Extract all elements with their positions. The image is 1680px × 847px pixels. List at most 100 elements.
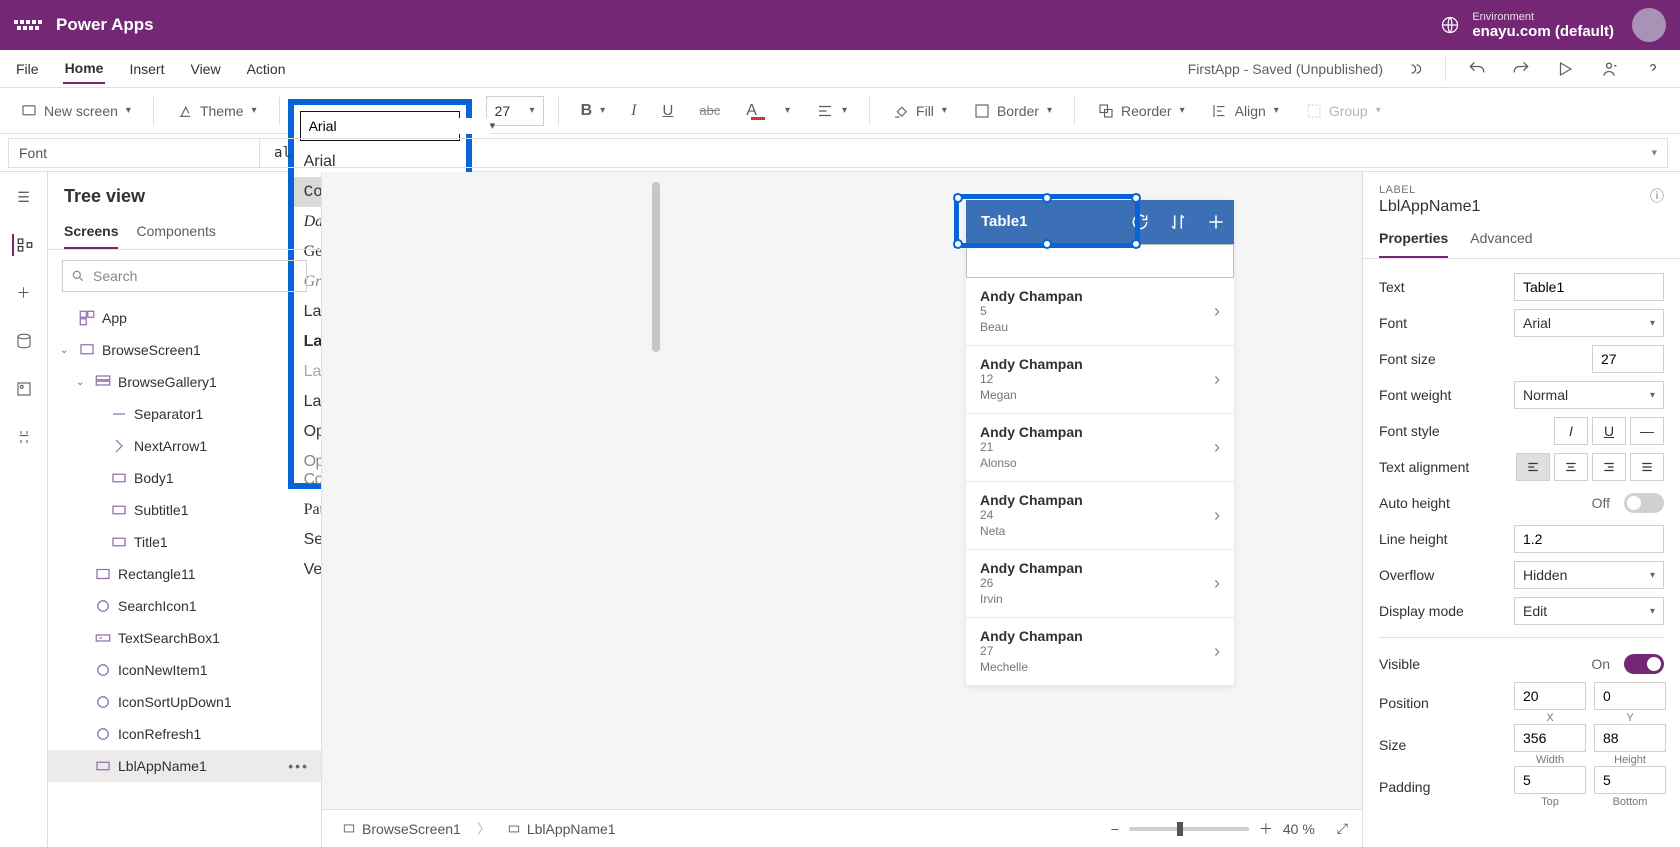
menu-view[interactable]: View	[188, 55, 222, 83]
prop-displaymode-select[interactable]: Edit▾	[1514, 597, 1664, 625]
underline-button[interactable]: U	[654, 98, 681, 123]
align-button[interactable]: Align▾	[1203, 98, 1287, 124]
tree-item[interactable]: Title1	[48, 526, 321, 558]
prop-lineheight-input[interactable]	[1514, 525, 1664, 553]
reorder-button[interactable]: Reorder▾	[1089, 98, 1193, 124]
app-checker-icon[interactable]	[1401, 56, 1427, 82]
menu-insert[interactable]: Insert	[127, 55, 166, 83]
tab-properties[interactable]: Properties	[1379, 220, 1448, 258]
list-item[interactable]: Andy Champan5Beau›	[966, 278, 1234, 346]
formula-value[interactable]: al▾	[260, 138, 1668, 168]
tree-item[interactable]: IconSortUpDown1	[48, 686, 321, 718]
bold-button[interactable]: B▾	[573, 98, 614, 124]
breadcrumb-control[interactable]: LblAppName1	[501, 817, 622, 841]
theme-button[interactable]: Theme▾	[168, 98, 265, 124]
tree-item[interactable]: SearchIcon1	[48, 590, 321, 622]
prop-fontweight-select[interactable]: Normal▾	[1514, 381, 1664, 409]
text-align-button[interactable]: ▾	[808, 98, 855, 124]
prop-font-select[interactable]: Arial▾	[1514, 309, 1664, 337]
list-item[interactable]: Andy Champan27Mechelle›	[966, 618, 1234, 686]
list-item[interactable]: Andy Champan21Alonso›	[966, 414, 1234, 482]
align-right-button[interactable]	[1592, 453, 1626, 481]
tree-item[interactable]: NextArrow1	[48, 430, 321, 462]
tab-screens[interactable]: Screens	[64, 215, 118, 249]
zoom-in-icon[interactable]: ＋	[1259, 819, 1273, 839]
tree-item[interactable]: Separator1	[48, 398, 321, 430]
add-icon[interactable]	[1206, 212, 1226, 232]
rail-hamburger-icon[interactable]: ☰	[13, 186, 35, 208]
fit-screen-icon[interactable]: ⤢	[1337, 820, 1348, 837]
canvas[interactable]: Andy Champan5Beau›Andy Champan12Megan›An…	[322, 172, 1362, 847]
fill-button[interactable]: Fill▾	[884, 98, 955, 124]
user-avatar[interactable]	[1632, 8, 1666, 42]
underline-toggle[interactable]: U	[1592, 417, 1626, 445]
border-button[interactable]: Border▾	[965, 98, 1060, 124]
prop-overflow-select[interactable]: Hidden▾	[1514, 561, 1664, 589]
font-color-button[interactable]: A▾	[738, 98, 798, 124]
sort-icon[interactable]	[1168, 212, 1188, 232]
tab-components[interactable]: Components	[136, 215, 215, 249]
height-input[interactable]	[1594, 724, 1666, 752]
width-input[interactable]	[1514, 724, 1586, 752]
autoheight-toggle[interactable]	[1624, 493, 1664, 513]
font-input[interactable]	[309, 118, 490, 134]
italic-button[interactable]: I	[623, 98, 644, 124]
list-item[interactable]: Andy Champan26Irvin›	[966, 550, 1234, 618]
tree-item[interactable]: TextSearchBox1	[48, 622, 321, 654]
align-center-button[interactable]	[1554, 453, 1588, 481]
tab-advanced[interactable]: Advanced	[1470, 220, 1532, 258]
breadcrumb-screen[interactable]: BrowseScreen1	[336, 817, 467, 841]
tree-item[interactable]: Subtitle1	[48, 494, 321, 526]
strikethrough-button[interactable]: abc	[691, 99, 728, 122]
prop-textalign-group	[1516, 453, 1664, 481]
rail-data-icon[interactable]	[13, 330, 35, 352]
undo-icon[interactable]	[1464, 56, 1490, 82]
share-icon[interactable]	[1596, 56, 1622, 82]
redo-icon[interactable]	[1508, 56, 1534, 82]
waffle-icon[interactable]	[14, 11, 42, 39]
italic-toggle[interactable]: I	[1554, 417, 1588, 445]
canvas-scrollbar[interactable]	[650, 172, 662, 847]
menu-file[interactable]: File	[14, 55, 41, 83]
list-item[interactable]: Andy Champan24Neta›	[966, 482, 1234, 550]
tree-search[interactable]: Search	[62, 260, 307, 292]
more-icon[interactable]: •••	[288, 758, 309, 774]
pad-top-input[interactable]	[1514, 766, 1586, 794]
align-left-button[interactable]	[1516, 453, 1550, 481]
new-screen-button[interactable]: New screen▾	[12, 98, 139, 124]
pos-x-input[interactable]	[1514, 682, 1586, 710]
environment-picker[interactable]: Environment enayu.com (default)	[1440, 11, 1614, 40]
visible-toggle[interactable]	[1624, 654, 1664, 674]
tree-item[interactable]: ⌄BrowseScreen1	[48, 334, 321, 366]
zoom-out-icon[interactable]: −	[1111, 821, 1119, 837]
tree-item[interactable]: IconNewItem1	[48, 654, 321, 686]
strikethrough-toggle[interactable]: ―	[1630, 417, 1664, 445]
property-selector[interactable]: Font	[8, 138, 260, 168]
help-icon[interactable]	[1640, 56, 1666, 82]
menu-home[interactable]: Home	[63, 54, 106, 84]
rail-add-icon[interactable]: ＋	[13, 282, 35, 304]
align-icon	[1211, 102, 1229, 120]
rail-media-icon[interactable]	[13, 378, 35, 400]
tree-item[interactable]: Rectangle11	[48, 558, 321, 590]
prop-text-input[interactable]	[1514, 273, 1664, 301]
tree-item[interactable]: IconRefresh1	[48, 718, 321, 750]
rail-tools-icon[interactable]	[13, 426, 35, 448]
zoom-slider[interactable]	[1129, 827, 1249, 831]
prop-fontsize-input[interactable]	[1592, 345, 1664, 373]
tree-item-label: TextSearchBox1	[118, 630, 220, 646]
tree-item[interactable]: ⌄BrowseGallery1	[48, 366, 321, 398]
tree-item[interactable]: Body1	[48, 462, 321, 494]
play-icon[interactable]	[1552, 56, 1578, 82]
pad-bottom-input[interactable]	[1594, 766, 1666, 794]
tree-item[interactable]: App	[48, 302, 321, 334]
rail-tree-icon[interactable]	[12, 234, 34, 256]
tree-item[interactable]: LblAppName1•••	[48, 750, 321, 782]
pos-y-input[interactable]	[1594, 682, 1666, 710]
panel-help-icon[interactable]: ⓘ	[1650, 186, 1664, 206]
selection-outline[interactable]: Table1	[954, 194, 1140, 248]
menu-action[interactable]: Action	[245, 55, 288, 83]
list-item[interactable]: Andy Champan12Megan›	[966, 346, 1234, 414]
align-justify-button[interactable]	[1630, 453, 1664, 481]
preview-search[interactable]	[966, 244, 1234, 278]
